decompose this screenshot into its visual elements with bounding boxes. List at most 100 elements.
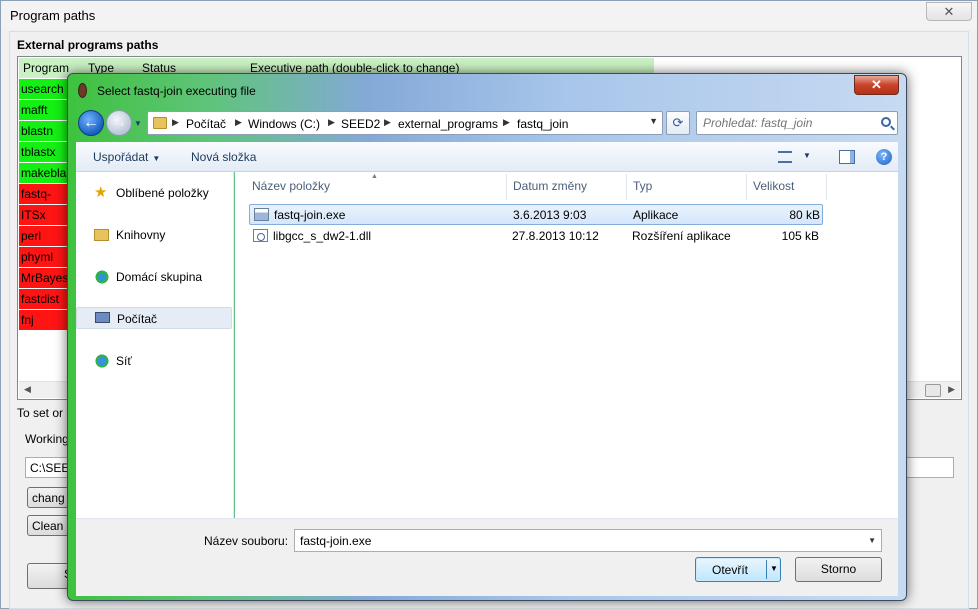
search-box[interactable] bbox=[696, 111, 898, 135]
filename-input[interactable] bbox=[298, 533, 858, 548]
breadcrumb-separator[interactable]: ▶ bbox=[503, 117, 510, 128]
cancel-button[interactable]: Storno bbox=[795, 557, 882, 582]
file-date: 3.6.2013 9:03 bbox=[513, 208, 587, 222]
view-dropdown-icon[interactable]: ▼ bbox=[803, 151, 811, 160]
computer-icon bbox=[95, 312, 110, 323]
sort-ascending-icon: ▲ bbox=[371, 173, 378, 180]
nav-item-label: Počítač bbox=[117, 312, 158, 326]
breadcrumb-external-programs[interactable]: external_programs bbox=[398, 117, 498, 131]
open-dropdown-icon[interactable]: ▼ bbox=[770, 564, 778, 573]
dialog-title: Select fastq-join executing file bbox=[97, 84, 256, 98]
column-header-type[interactable]: Typ bbox=[633, 179, 652, 193]
file-size: 80 kB bbox=[789, 208, 820, 222]
column-header-size[interactable]: Velikost bbox=[753, 179, 794, 193]
file-row-fastq-join[interactable]: fastq-join.exe 3.6.2013 9:03 Aplikace 80… bbox=[249, 204, 823, 225]
program-row[interactable]: mafft bbox=[19, 100, 69, 121]
hint-text: To set or c bbox=[17, 406, 73, 420]
scroll-left-icon[interactable]: ◀ bbox=[24, 384, 31, 395]
breadcrumb-separator[interactable]: ▶ bbox=[384, 117, 391, 128]
file-name: libgcc_s_dw2-1.dll bbox=[273, 229, 372, 243]
nav-item-label: Domácí skupina bbox=[116, 270, 203, 284]
forward-button[interactable]: → bbox=[106, 110, 132, 136]
window-title: Program paths bbox=[10, 8, 96, 23]
program-row[interactable]: makeblast bbox=[19, 163, 76, 184]
nav-item-label: Síť bbox=[116, 354, 132, 368]
program-row[interactable]: fnj bbox=[19, 310, 69, 331]
recent-locations-dropdown[interactable]: ▼ bbox=[134, 119, 142, 128]
address-bar[interactable]: ▶ Počítač ▶ Windows (C:) ▶ SEED2 ▶ exter… bbox=[147, 111, 663, 135]
homegroup-icon bbox=[94, 270, 110, 284]
program-row[interactable]: MrBayes bbox=[19, 268, 69, 289]
breadcrumb-fastq-join[interactable]: fastq_join bbox=[517, 117, 568, 131]
file-row-libgcc[interactable]: libgcc_s_dw2-1.dll 27.8.2013 10:12 Rozší… bbox=[249, 226, 823, 247]
dialog-footer: Název souboru: ▼ Otevřít ▼ Storno bbox=[76, 518, 898, 596]
folder-icon bbox=[153, 117, 167, 129]
dialog-close-button[interactable]: ✕ bbox=[854, 75, 899, 95]
breadcrumb-separator[interactable]: ▶ bbox=[328, 117, 335, 128]
nav-item-libraries[interactable]: Knihovny bbox=[76, 224, 232, 246]
program-row[interactable]: fastq-join bbox=[19, 184, 69, 221]
column-divider[interactable] bbox=[826, 174, 827, 200]
filename-label: Název souboru: bbox=[204, 534, 289, 548]
refresh-button[interactable]: ⟳ bbox=[666, 111, 690, 135]
back-button[interactable]: ← bbox=[78, 110, 104, 136]
breadcrumb-computer[interactable]: Počítač bbox=[186, 117, 226, 131]
forward-arrow-icon: → bbox=[111, 114, 127, 131]
new-folder-button[interactable]: Nová složka bbox=[191, 150, 256, 164]
breadcrumb-separator[interactable]: ▶ bbox=[235, 117, 242, 128]
split-divider bbox=[766, 560, 767, 579]
program-row[interactable]: perl bbox=[19, 226, 69, 247]
open-button[interactable]: Otevřít ▼ bbox=[695, 557, 781, 582]
file-open-dialog: Select fastq-join executing file ✕ ← → ▼… bbox=[67, 73, 907, 601]
refresh-icon: ⟳ bbox=[672, 115, 684, 130]
breadcrumb-seed2[interactable]: SEED2 bbox=[341, 117, 380, 131]
close-button[interactable]: ✕ bbox=[926, 2, 972, 21]
exe-file-icon bbox=[254, 208, 269, 221]
program-row[interactable]: fastdist bbox=[19, 289, 69, 310]
command-bar: Uspořádat ▼ Nová složka ▼ ? bbox=[76, 142, 898, 172]
column-divider[interactable] bbox=[626, 174, 627, 200]
program-row[interactable]: usearch bbox=[19, 79, 69, 100]
file-type: Rozšíření aplikace bbox=[632, 229, 731, 243]
chevron-down-icon[interactable]: ▼ bbox=[868, 536, 876, 545]
nav-item-label: Knihovny bbox=[116, 228, 166, 242]
help-icon[interactable]: ? bbox=[876, 149, 892, 165]
search-icon[interactable] bbox=[881, 117, 891, 127]
column-divider[interactable] bbox=[506, 174, 507, 200]
program-row[interactable]: ITSx bbox=[19, 205, 69, 226]
preview-pane-icon[interactable] bbox=[839, 150, 855, 164]
column-header-name[interactable]: Název položky bbox=[252, 179, 330, 193]
back-arrow-icon: ← bbox=[83, 114, 99, 131]
working-dir-label: Working bbox=[25, 432, 69, 446]
file-list[interactable]: ▲ Název položky Datum změny Typ Velikost… bbox=[235, 172, 898, 518]
program-row[interactable]: blastn bbox=[19, 121, 69, 142]
chevron-down-icon: ▼ bbox=[152, 154, 161, 163]
dll-file-icon bbox=[253, 229, 268, 242]
app-icon bbox=[78, 83, 87, 98]
group-title: External programs paths bbox=[17, 38, 159, 52]
program-row[interactable]: phyml bbox=[19, 247, 69, 268]
title-bar: Program paths ✕ bbox=[1, 1, 977, 29]
file-name: fastq-join.exe bbox=[274, 208, 346, 222]
address-dropdown-icon[interactable]: ▼ bbox=[649, 116, 658, 126]
search-input[interactable] bbox=[701, 115, 871, 131]
column-header-date[interactable]: Datum změny bbox=[513, 179, 587, 193]
filename-combobox[interactable]: ▼ bbox=[294, 529, 882, 552]
nav-item-network[interactable]: Síť bbox=[76, 350, 232, 372]
organize-button[interactable]: Uspořádat ▼ bbox=[93, 150, 160, 164]
file-date: 27.8.2013 10:12 bbox=[512, 229, 599, 243]
open-button-label: Otevřít bbox=[712, 563, 749, 577]
breadcrumb-separator[interactable]: ▶ bbox=[172, 117, 179, 128]
nav-item-computer[interactable]: Počítač bbox=[76, 307, 232, 329]
column-divider[interactable] bbox=[746, 174, 747, 200]
nav-item-favorites[interactable]: ★ Oblíbené položky bbox=[76, 182, 232, 204]
navigation-pane: ★ Oblíbené položky Knihovny Domácí skupi… bbox=[76, 172, 234, 518]
breadcrumb-drive[interactable]: Windows (C:) bbox=[248, 117, 320, 131]
nav-item-homegroup[interactable]: Domácí skupina bbox=[76, 266, 232, 288]
library-icon bbox=[94, 229, 109, 241]
scroll-right-icon[interactable]: ▶ bbox=[948, 384, 955, 395]
program-row[interactable]: tblastx bbox=[19, 142, 69, 163]
scroll-thumb[interactable] bbox=[925, 384, 941, 397]
nav-item-label: Oblíbené položky bbox=[116, 186, 209, 200]
view-options-icon[interactable] bbox=[778, 151, 792, 163]
